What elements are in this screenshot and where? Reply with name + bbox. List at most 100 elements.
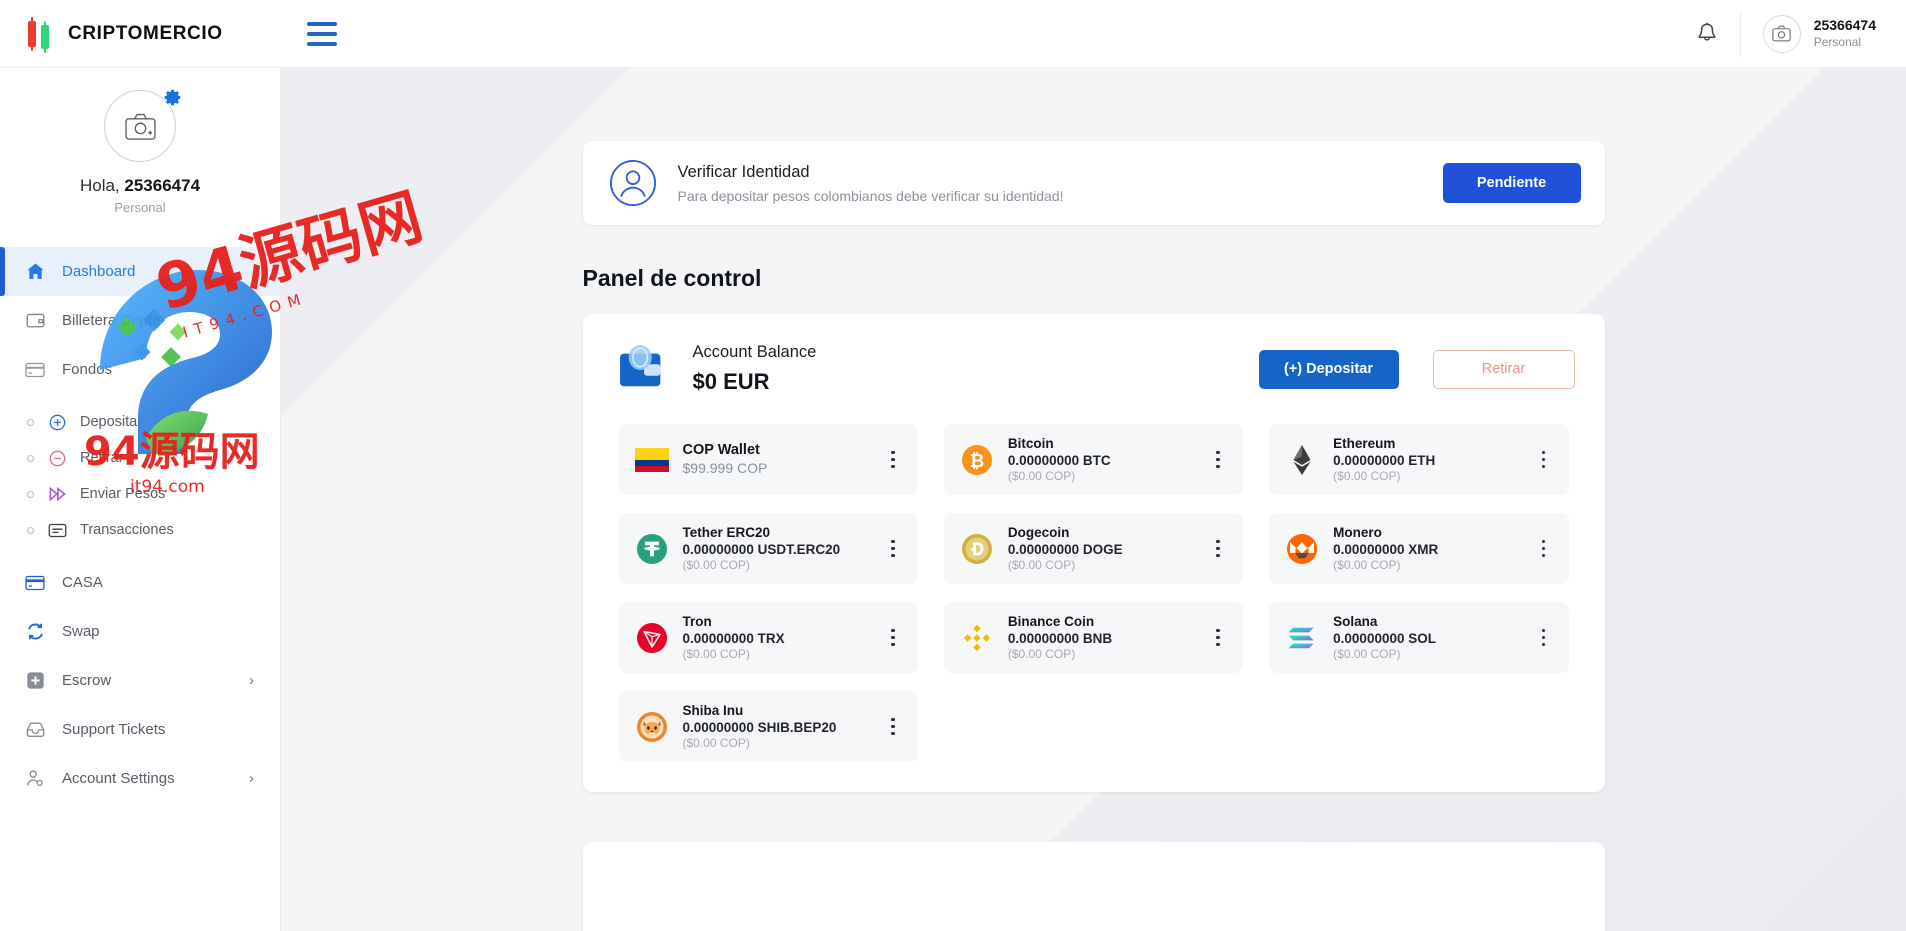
- page-title: Panel de control: [582, 265, 762, 291]
- wallet-amount: 0.00000000 ETH: [1333, 452, 1436, 468]
- sidebar-profile: Hola, 25366474 Personal: [0, 68, 280, 231]
- wallet-fiat: ($0.00 COP): [682, 647, 750, 662]
- pendiente-button[interactable]: Pendiente: [1442, 163, 1581, 203]
- bank-card-icon: [24, 572, 46, 594]
- wallet-card-ethereum[interactable]: Ethereum 0.00000000 ETH ($0.00 COP): [1269, 424, 1569, 495]
- wallet-name: Shiba Inu: [682, 702, 744, 718]
- kebab-menu-icon[interactable]: [882, 450, 904, 469]
- bullet-icon: [27, 418, 34, 426]
- kebab-menu-icon[interactable]: [1533, 539, 1555, 558]
- credit-card-icon: [24, 359, 46, 381]
- wallet-fiat: ($0.00 COP): [1333, 469, 1401, 484]
- retirar-button[interactable]: Retirar: [1432, 349, 1575, 389]
- account-meta: 25366474 Personal: [1814, 17, 1876, 50]
- wallet-amount: 0.00000000 SHIB.BEP20: [682, 719, 837, 735]
- wallet-card-cop[interactable]: COP Wallet $99.999 COP: [618, 424, 918, 495]
- kebab-menu-icon[interactable]: [882, 717, 904, 736]
- brand-name: CRIPTOMERCIO: [68, 22, 223, 44]
- swap-refresh-icon: [24, 621, 46, 643]
- gear-icon[interactable]: [163, 88, 182, 112]
- bottom-card-partial: [582, 842, 1605, 931]
- wallet-card-shiba-inu[interactable]: Shiba Inu 0.00000000 SHIB.BEP20 ($0.00 C…: [618, 691, 918, 762]
- wallet-texts: Monero 0.00000000 XMR ($0.00 COP): [1333, 524, 1532, 574]
- sidebar: Hola, 25366474 Personal Dashboard Billet…: [0, 68, 281, 931]
- wallet-name: COP Wallet: [682, 442, 760, 459]
- wallet-fiat: ($0.00 COP): [1333, 558, 1401, 573]
- sidebar-item-support-tickets[interactable]: Support Tickets: [0, 705, 280, 754]
- wallet-name: Monero: [1333, 524, 1382, 540]
- notification-bell-icon[interactable]: [1674, 0, 1740, 68]
- greeting-prefix: Hola,: [79, 176, 125, 195]
- sidebar-item-label: Dashboard: [62, 263, 136, 280]
- chevron-right-icon[interactable]: ›: [249, 770, 254, 787]
- bullet-icon: [27, 454, 34, 462]
- wallet-fiat: ($0.00 COP): [1007, 469, 1076, 484]
- sidebar-item-dashboard[interactable]: Dashboard: [0, 247, 280, 296]
- home-icon: [24, 261, 46, 283]
- kebab-menu-icon[interactable]: [1207, 539, 1229, 558]
- sidebar-subitem-depositar[interactable]: Depositar: [0, 404, 280, 440]
- sidebar-subitem-label: Transacciones: [80, 522, 174, 538]
- chevron-right-icon[interactable]: ›: [249, 672, 254, 689]
- wallet-texts: Solana 0.00000000 SOL ($0.00 COP): [1333, 613, 1532, 663]
- wallet-fiat: ($0.00 COP): [1007, 647, 1076, 662]
- main-content: Verificar Identidad Para depositar pesos…: [281, 68, 1906, 931]
- svg-text:₿: ₿: [969, 451, 984, 472]
- sidebar-subitem-retirar[interactable]: Retirar: [0, 440, 280, 476]
- profile-avatar-wrap[interactable]: [104, 89, 181, 162]
- sidebar-item-account-settings[interactable]: Account Settings ›: [0, 754, 280, 803]
- kebab-menu-icon[interactable]: [1533, 450, 1555, 469]
- sidebar-item-casa[interactable]: CASA: [0, 558, 280, 607]
- wallet-name: Tron: [682, 613, 712, 629]
- wallet-amount: 0.00000000 XMR: [1333, 541, 1439, 557]
- ethereum-icon: [1285, 443, 1319, 477]
- account-chip[interactable]: 25366474 Personal: [1741, 0, 1906, 68]
- wallet-card-binance-coin[interactable]: Binance Coin 0.00000000 BNB ($0.00 COP): [943, 602, 1244, 673]
- verify-texts: Verificar Identidad Para depositar pesos…: [678, 163, 1443, 204]
- transaction-list-icon: [46, 519, 68, 541]
- wallet-texts: Tether ERC20 0.00000000 USDT.ERC20 ($0.0…: [683, 524, 882, 574]
- sidebar-item-label: Swap: [62, 623, 100, 640]
- wallet-card-solana[interactable]: Solana 0.00000000 SOL ($0.00 COP): [1269, 602, 1569, 673]
- wallet-card-tether-erc20[interactable]: Tether ERC20 0.00000000 USDT.ERC20 ($0.0…: [618, 513, 918, 584]
- sidebar-item-fondos[interactable]: Fondos: [0, 345, 280, 394]
- sidebar-item-label: Fondos: [62, 361, 113, 378]
- depositar-button[interactable]: (+) Depositar: [1258, 349, 1399, 389]
- monero-icon: [1285, 532, 1319, 566]
- wallet-name: Binance Coin: [1007, 613, 1095, 629]
- kebab-menu-icon[interactable]: [1207, 450, 1229, 469]
- sidebar-item-escrow[interactable]: Escrow ›: [0, 656, 280, 705]
- wallet-texts: Tron 0.00000000 TRX ($0.00 COP): [683, 613, 882, 663]
- wallet-fiat: ($0.00 COP): [1007, 558, 1076, 573]
- sidebar-item-billetera-cripto[interactable]: Billetera Cripto: [0, 296, 280, 345]
- sidebar-subitem-enviar-pesos[interactable]: Enviar Pesos: [0, 476, 280, 512]
- kebab-menu-icon[interactable]: [1533, 628, 1555, 647]
- kebab-menu-icon[interactable]: [1207, 628, 1229, 647]
- escrow-plus-icon: [24, 670, 46, 692]
- solana-icon: [1285, 621, 1319, 655]
- tron-icon: [635, 621, 669, 655]
- wallet-card-bitcoin[interactable]: ₿ Bitcoin 0.00000000 BTC ($0.00 COP): [943, 424, 1244, 495]
- wallet-texts: Dogecoin 0.00000000 DOGE ($0.00 COP): [1008, 524, 1207, 574]
- hamburger-icon[interactable]: [307, 19, 341, 49]
- wallet-texts: Shiba Inu 0.00000000 SHIB.BEP20 ($0.00 C…: [683, 702, 882, 752]
- bitcoin-icon: ₿: [960, 443, 994, 477]
- kebab-menu-icon[interactable]: [882, 539, 904, 558]
- verify-subtitle: Para depositar pesos colombianos debe ve…: [677, 187, 1064, 204]
- wallet-name: Dogecoin: [1007, 524, 1070, 540]
- wallet-fiat: ($0.00 COP): [682, 558, 750, 573]
- wallet-card-dogecoin[interactable]: Dogecoin 0.00000000 DOGE ($0.00 COP): [943, 513, 1244, 584]
- wallet-texts: Binance Coin 0.00000000 BNB ($0.00 COP): [1008, 613, 1207, 663]
- sidebar-item-swap[interactable]: Swap: [0, 607, 280, 656]
- greeting: Hola, 25366474: [0, 176, 280, 196]
- sidebar-item-label: Support Tickets: [62, 721, 166, 738]
- criptomercio-logo-icon: [26, 16, 52, 53]
- avatar: [1762, 14, 1801, 53]
- wallet-card-tron[interactable]: Tron 0.00000000 TRX ($0.00 COP): [618, 602, 918, 673]
- wallet-card-monero[interactable]: Monero 0.00000000 XMR ($0.00 COP): [1269, 513, 1569, 584]
- kebab-menu-icon[interactable]: [882, 628, 904, 647]
- wallet-amount: 0.00000000 BTC: [1007, 452, 1111, 468]
- account-balance-card: Account Balance $0 EUR (+) Depositar Ret…: [582, 314, 1605, 792]
- sidebar-subitem-transacciones[interactable]: Transacciones: [0, 512, 280, 548]
- wallet-name: Bitcoin: [1007, 435, 1054, 451]
